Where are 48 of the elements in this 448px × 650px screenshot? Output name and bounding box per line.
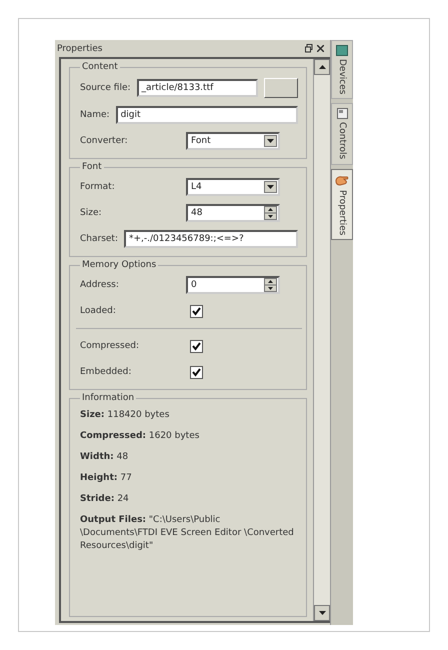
checkbox-label: Loaded: (80, 306, 117, 316)
browse-button[interactable] (264, 78, 298, 98)
checkbox[interactable] (190, 366, 203, 378)
dropdown[interactable]: L4 (186, 178, 280, 196)
field-label: Converter: (80, 136, 129, 146)
info-line: Stride: 24 (80, 493, 130, 506)
checkbox-label: Embedded: (80, 367, 132, 377)
spinner-arrows-icon[interactable] (264, 278, 277, 292)
group-title: Memory Options (81, 260, 158, 270)
scroll-down-button[interactable] (314, 605, 330, 621)
info-line: Output Files: "C:\Users\Public \Documents\FTDI EVE Screen Editor \Converted Resources\digit" (80, 514, 295, 553)
up-arrow-icon (318, 65, 326, 69)
checkbox-label: Compressed: (80, 341, 140, 351)
text-field[interactable]: digit (116, 106, 298, 124)
field-label: Name: (80, 110, 110, 120)
source-file-field[interactable]: _article/8133.ttf (136, 79, 258, 97)
field-label: Format: (80, 182, 116, 192)
caret-icon (267, 185, 274, 189)
side-tab[interactable]: Devices (331, 40, 353, 100)
field-label: Address: (80, 280, 120, 290)
checkbox[interactable] (190, 340, 203, 352)
group-title: Information (81, 393, 136, 403)
text-field[interactable]: *+,-./0123456789:;<=>? (124, 230, 298, 248)
info-line: Compressed: 1620 bytes (80, 430, 200, 443)
spinner-arrows-icon[interactable] (264, 206, 277, 220)
close-icon[interactable] (317, 45, 324, 52)
info-line: Size: 118420 bytes (80, 409, 170, 422)
caret-icon (267, 139, 274, 143)
window-icon (336, 108, 348, 120)
hand-icon (335, 174, 349, 187)
field-label: Source file: (80, 83, 131, 93)
info-line: Height: 77 (80, 472, 133, 485)
scroll-up-button[interactable] (314, 59, 330, 75)
checkbox[interactable] (190, 304, 203, 318)
dropdown[interactable]: Font (186, 132, 280, 150)
monitor-icon (336, 45, 348, 56)
side-tab[interactable]: Properties (331, 168, 353, 240)
group-title: Font (81, 162, 103, 172)
pin-icon[interactable] (305, 44, 313, 53)
panel-title: Properties (57, 44, 104, 54)
down-arrow-icon (318, 611, 326, 615)
spin-field[interactable]: 48 (186, 204, 280, 222)
group-title: Content (81, 62, 119, 72)
field-label: Charset: (80, 234, 118, 244)
spin-field[interactable]: 0 (186, 276, 280, 294)
info-line: Width: 48 (80, 451, 130, 464)
side-tab[interactable]: Controls (331, 103, 353, 165)
field-label: Size: (80, 208, 103, 218)
